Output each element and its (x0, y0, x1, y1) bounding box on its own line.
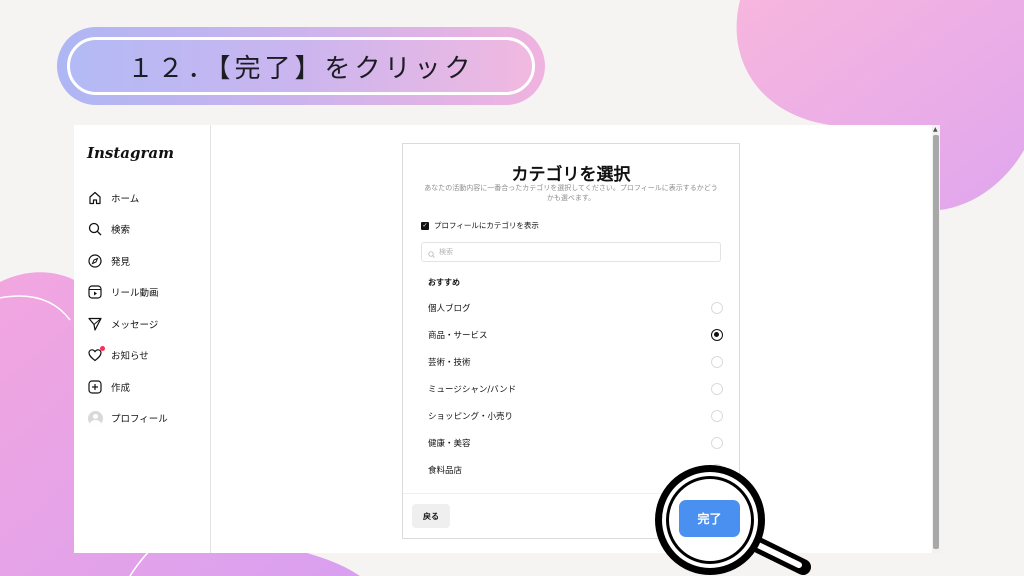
category-search-box[interactable] (421, 242, 721, 262)
sidebar-item-label: リール動画 (111, 288, 159, 299)
category-label: ミュージシャン/バンド (428, 385, 517, 395)
avatar (87, 410, 103, 426)
radio-button[interactable] (711, 437, 723, 449)
instagram-logo[interactable]: Instagram (87, 144, 174, 162)
category-option[interactable]: 健康・美容 (428, 435, 723, 451)
send-icon (87, 316, 103, 332)
sidebar-item-label: ホーム (111, 194, 140, 205)
sidebar-item-profile[interactable]: プロフィール (87, 408, 168, 428)
radio-button[interactable] (711, 356, 723, 368)
sidebar-item-search[interactable]: 検索 (87, 219, 130, 239)
panel-title: カテゴリを選択 (511, 165, 631, 185)
scroll-up-arrow-icon[interactable]: ▲ (933, 126, 938, 133)
notification-dot (100, 346, 105, 351)
category-label: 商品・サービス (428, 331, 488, 341)
sidebar-item-create[interactable]: 作成 (87, 377, 130, 397)
checkmark-icon: ✓ (421, 221, 429, 230)
search-icon (428, 243, 435, 262)
radio-button[interactable] (711, 410, 723, 422)
show-category-checkbox[interactable]: ✓ プロフィールにカテゴリを表示 (421, 220, 539, 231)
sidebar-item-notifications[interactable]: お知らせ (87, 345, 149, 365)
category-label: ショッピング・小売り (428, 412, 514, 422)
search-icon (87, 221, 103, 237)
category-option[interactable]: 商品・サービス (428, 327, 723, 343)
back-button[interactable]: 戻る (412, 504, 450, 528)
section-heading-recommended: おすすめ (428, 278, 460, 287)
radio-button-selected[interactable] (711, 329, 723, 341)
sidebar-item-label: 検索 (111, 225, 131, 236)
category-option[interactable]: ミュージシャン/バンド (428, 381, 723, 397)
sidebar-item-label: お知らせ (111, 351, 149, 362)
scrollbar[interactable]: ▲ (932, 125, 940, 553)
sidebar-item-label: メッセージ (111, 320, 159, 331)
show-category-label: プロフィールにカテゴリを表示 (434, 221, 539, 230)
radio-button[interactable] (711, 302, 723, 314)
radio-button[interactable] (711, 383, 723, 395)
sidebar-item-explore[interactable]: 発見 (87, 251, 130, 271)
home-icon (87, 190, 103, 206)
heart-icon (87, 346, 105, 363)
plus-square-icon (87, 379, 103, 395)
category-label: 個人ブログ (428, 304, 471, 314)
sidebar-item-messages[interactable]: メッセージ (87, 314, 158, 334)
sidebar-item-label: 作成 (111, 383, 131, 394)
sidebar-item-label: プロフィール (111, 414, 168, 425)
category-label: 健康・美容 (428, 439, 471, 449)
sidebar-item-reels[interactable]: リール動画 (87, 282, 159, 302)
category-option[interactable]: 個人ブログ (428, 300, 723, 316)
category-search-input[interactable] (439, 248, 699, 256)
sidebar: Instagram ホーム 検索 発見 リール動画 メッセージ お知らせ 作成 … (74, 125, 211, 553)
sidebar-item-home[interactable]: ホーム (87, 188, 139, 208)
sidebar-item-label: 発見 (111, 257, 131, 268)
category-label: 食料品店 (428, 466, 463, 476)
category-option[interactable]: ショッピング・小売り (428, 408, 723, 424)
panel-description: あなたの活動内容に一番合ったカテゴリを選択してください。プロフィールに表示するか… (424, 184, 718, 202)
compass-icon (87, 253, 103, 269)
avatar-icon (87, 410, 103, 426)
instagram-window: Instagram ホーム 検索 発見 リール動画 メッセージ お知らせ 作成 … (74, 125, 940, 553)
category-option[interactable]: 芸術・技術 (428, 354, 723, 370)
done-button[interactable]: 完了 (679, 500, 740, 537)
scrollbar-thumb[interactable] (933, 135, 939, 549)
step-banner: １２．【完了】をクリック (57, 27, 545, 105)
reels-icon (87, 284, 103, 300)
step-title: １２．【完了】をクリック (127, 53, 475, 84)
category-label: 芸術・技術 (428, 358, 471, 368)
